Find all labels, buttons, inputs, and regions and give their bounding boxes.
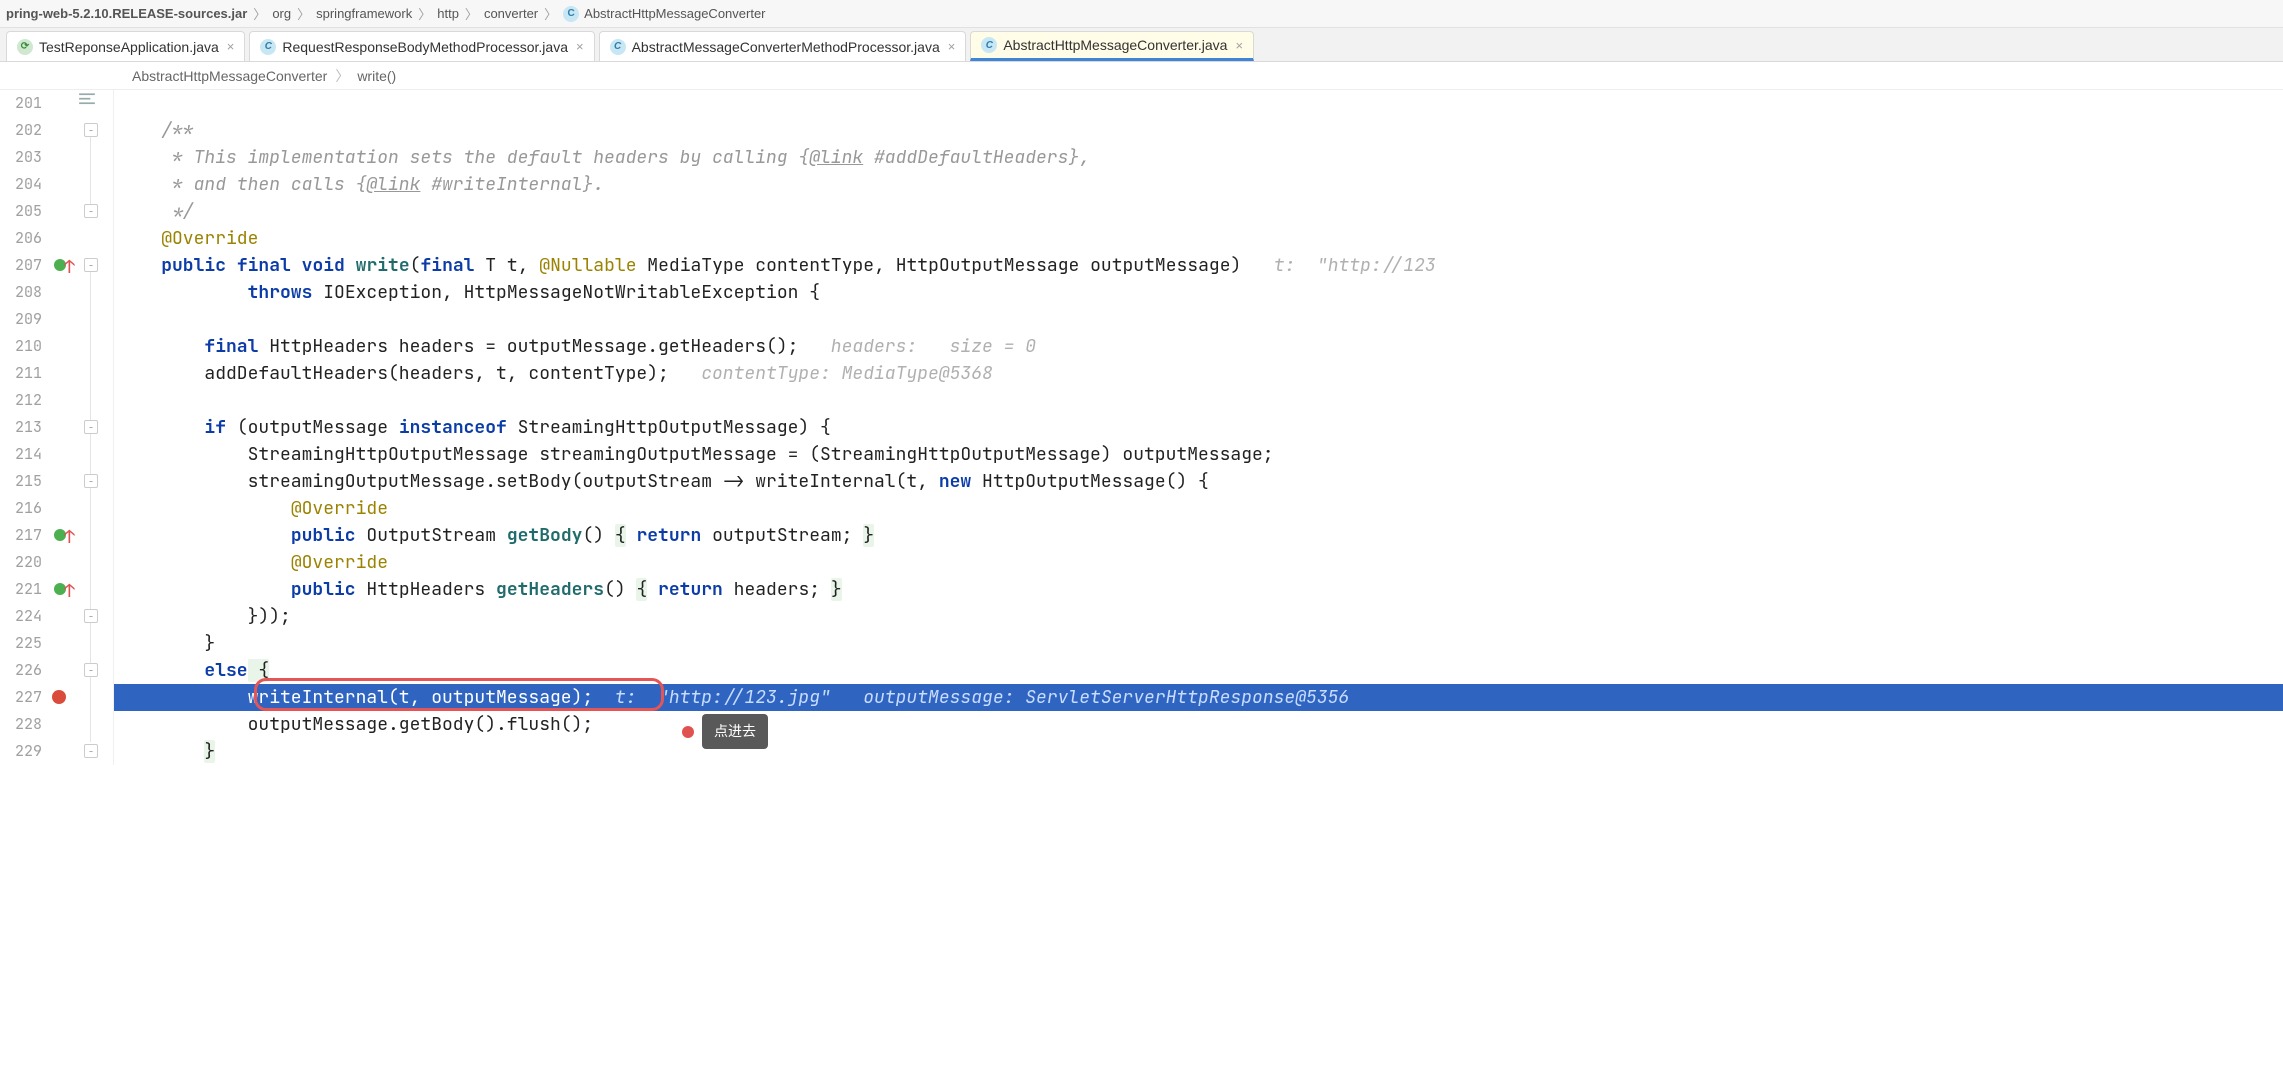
breadcrumb-item[interactable]: CAbstractHttpMessageConverter <box>563 6 765 22</box>
override-up-icon[interactable] <box>50 529 74 545</box>
breadcrumb-item[interactable]: pring-web-5.2.10.RELEASE-sources.jar <box>6 6 247 21</box>
tab-label: AbstractMessageConverterMethodProcessor.… <box>632 39 940 55</box>
close-icon[interactable]: × <box>1235 38 1243 53</box>
code-line: public HttpHeaders getHeaders() { return… <box>114 576 2283 603</box>
breadcrumb-item[interactable]: http <box>437 6 459 21</box>
editor-tab[interactable]: ⟳ TestReponseApplication.java × <box>6 31 245 61</box>
code-line: outputMessage.getBody().flush(); <box>114 711 2283 738</box>
override-up-icon[interactable] <box>50 259 74 275</box>
member-breadcrumb: AbstractHttpMessageConverter 〉 write() <box>0 62 2283 90</box>
red-dot-icon <box>682 726 694 738</box>
chevron-right-icon: 〉 <box>465 4 478 23</box>
fold-toggle-icon[interactable]: − <box>84 609 98 623</box>
code-line: /** <box>114 117 2283 144</box>
close-icon[interactable]: × <box>948 39 956 54</box>
class-icon: C <box>981 37 997 53</box>
code-line: @Override <box>114 495 2283 522</box>
code-line: @Override <box>114 225 2283 252</box>
tab-label: TestReponseApplication.java <box>39 39 219 55</box>
code-line <box>114 306 2283 333</box>
fold-toggle-icon[interactable]: − <box>84 123 98 137</box>
code-line: })); <box>114 603 2283 630</box>
class-icon: C <box>610 39 626 55</box>
chevron-right-icon: 〉 <box>297 4 310 23</box>
code-line: * This implementation sets the default h… <box>114 144 2283 171</box>
editor-tab-strip: ⟳ TestReponseApplication.java × C Reques… <box>0 28 2283 62</box>
code-line <box>114 387 2283 414</box>
code-line: */ <box>114 198 2283 225</box>
code-area[interactable]: /** * This implementation sets the defau… <box>114 90 2283 765</box>
fold-toggle-icon[interactable]: − <box>84 744 98 758</box>
override-up-icon[interactable] <box>50 583 74 599</box>
close-icon[interactable]: × <box>227 39 235 54</box>
code-line: addDefaultHeaders(headers, t, contentTyp… <box>114 360 2283 387</box>
breadcrumb-bar: pring-web-5.2.10.RELEASE-sources.jar 〉 or… <box>0 0 2283 28</box>
code-line: if (outputMessage instanceof StreamingHt… <box>114 414 2283 441</box>
close-icon[interactable]: × <box>576 39 584 54</box>
code-line: public final void write(final T t, @Null… <box>114 252 2283 279</box>
line-number-gutter: 2012022032042052062072082092102112122132… <box>0 90 48 765</box>
code-line: } <box>114 738 2283 765</box>
annotation-tooltip: 点进去 <box>682 714 768 749</box>
code-line <box>114 90 2283 117</box>
fold-toggle-icon[interactable]: − <box>84 420 98 434</box>
java-file-icon: ⟳ <box>17 39 33 55</box>
code-line: } <box>114 630 2283 657</box>
fold-toggle-icon[interactable]: − <box>84 204 98 218</box>
chevron-right-icon: 〉 <box>253 4 266 23</box>
tooltip-label: 点进去 <box>702 714 768 749</box>
chevron-right-icon: 〉 <box>418 4 431 23</box>
code-line: final HttpHeaders headers = outputMessag… <box>114 333 2283 360</box>
editor-tab[interactable]: C RequestResponseBodyMethodProcessor.jav… <box>249 31 594 61</box>
tab-label: RequestResponseBodyMethodProcessor.java <box>282 39 568 55</box>
fold-toggle-icon[interactable]: − <box>84 474 98 488</box>
code-line: throws IOException, HttpMessageNotWritab… <box>114 279 2283 306</box>
breadcrumb-item[interactable]: org <box>272 6 291 21</box>
code-line: streamingOutputMessage.setBody(outputStr… <box>114 468 2283 495</box>
class-icon: C <box>260 39 276 55</box>
editor-tab[interactable]: C AbstractMessageConverterMethodProcesso… <box>599 31 967 61</box>
class-icon: C <box>563 6 579 22</box>
gutter-marks <box>48 90 76 765</box>
code-line: else { <box>114 657 2283 684</box>
breadcrumb-method[interactable]: write() <box>357 68 396 84</box>
code-line: StreamingHttpOutputMessage streamingOutp… <box>114 441 2283 468</box>
code-line-current: writeInternal(t, outputMessage); t: "htt… <box>114 684 2283 711</box>
breakpoint-icon[interactable] <box>52 690 66 704</box>
editor-tab-active[interactable]: C AbstractHttpMessageConverter.java × <box>970 31 1254 61</box>
align-icon[interactable] <box>78 90 96 108</box>
code-line: * and then calls {@link #writeInternal}. <box>114 171 2283 198</box>
breadcrumb-item[interactable]: converter <box>484 6 538 21</box>
fold-toggle-icon[interactable]: − <box>84 258 98 272</box>
code-line: public OutputStream getBody() { return o… <box>114 522 2283 549</box>
fold-toggle-icon[interactable]: − <box>84 663 98 677</box>
breadcrumb-class[interactable]: AbstractHttpMessageConverter <box>132 68 327 84</box>
tab-label: AbstractHttpMessageConverter.java <box>1003 37 1227 53</box>
code-line: @Override <box>114 549 2283 576</box>
code-editor[interactable]: 2012022032042052062072082092102112122132… <box>0 90 2283 765</box>
breadcrumb-item[interactable]: springframework <box>316 6 412 21</box>
fold-column: − − − − − − − − <box>76 90 114 765</box>
chevron-right-icon: 〉 <box>544 4 557 23</box>
chevron-right-icon: 〉 <box>335 66 349 86</box>
